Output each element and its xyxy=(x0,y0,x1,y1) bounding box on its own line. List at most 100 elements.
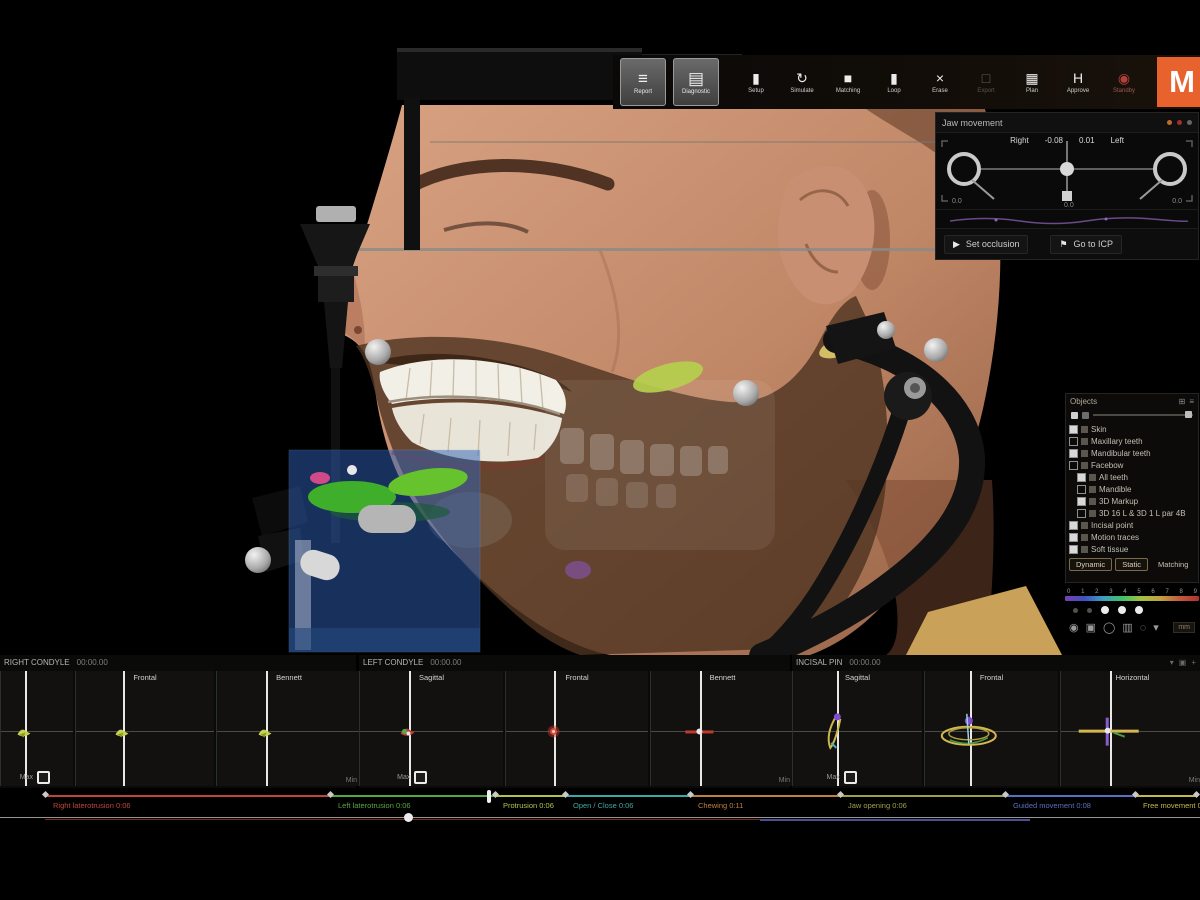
segment-label: Open / Close 0:06 xyxy=(573,801,633,810)
set-occlusion-button[interactable]: ▶ Set occlusion xyxy=(944,235,1028,254)
plan-button[interactable]: ▦Plan xyxy=(1009,70,1055,94)
approve-button[interactable]: HApprove xyxy=(1055,70,1101,94)
chart-panel-time: 00:00.00 xyxy=(430,658,461,667)
timeline-segment[interactable] xyxy=(1135,795,1196,797)
chart-header-icon[interactable]: + xyxy=(1191,658,1196,667)
segment-label: Guided movement 0:08 xyxy=(1013,801,1091,810)
erase-button[interactable]: ×Erase xyxy=(917,70,963,94)
tracking-view[interactable]: BennettMin xyxy=(650,671,794,786)
visibility-checkbox[interactable] xyxy=(1077,497,1086,506)
visibility-checkbox[interactable] xyxy=(1077,485,1086,494)
timeline-scrubber[interactable] xyxy=(0,817,1200,818)
tracking-view[interactable]: Frontal xyxy=(924,671,1058,786)
tree-item[interactable]: Incisal point xyxy=(1069,519,1195,531)
simulate-button[interactable]: ↻Simulate xyxy=(779,70,825,94)
tree-item[interactable]: Soft tissue xyxy=(1069,543,1195,555)
chart-header-icon[interactable]: ▾ xyxy=(1170,658,1174,667)
tree-item[interactable]: 3D 16 L & 3D 1 L par 4B xyxy=(1077,507,1195,519)
range-dot[interactable] xyxy=(1101,606,1109,614)
tracking-view[interactable]: SagittalMax xyxy=(792,671,922,786)
timeline-segment[interactable] xyxy=(840,795,1005,797)
tab-dynamic[interactable]: Dynamic xyxy=(1069,558,1112,571)
tracking-view[interactable]: Frontal xyxy=(505,671,648,786)
visibility-checkbox[interactable] xyxy=(1069,461,1078,470)
matching-button[interactable]: ■Matching xyxy=(825,70,871,94)
view-button[interactable]: ◯ xyxy=(1103,621,1115,634)
timeline-segment[interactable] xyxy=(330,795,495,797)
range-dot[interactable] xyxy=(1073,608,1078,613)
report-button[interactable]: ≡Report xyxy=(620,58,666,106)
tick-label: 7 xyxy=(1165,589,1168,595)
loop-button[interactable]: ▮Loop xyxy=(871,70,917,94)
tree-item[interactable]: All teeth xyxy=(1077,471,1195,483)
reference-line xyxy=(430,141,935,143)
max-checkbox[interactable] xyxy=(37,771,50,784)
max-toggle[interactable]: Max xyxy=(20,771,50,784)
setup-button[interactable]: ▮Setup xyxy=(733,70,779,94)
tab-matching[interactable]: Matching xyxy=(1151,558,1195,571)
scrubber-handle[interactable] xyxy=(404,813,413,822)
go-to-icp-button[interactable]: ⚑ Go to ICP xyxy=(1050,235,1122,254)
segment-label: Jaw opening 0:06 xyxy=(848,801,907,810)
max-toggle[interactable]: Max xyxy=(827,771,857,784)
tracking-view[interactable]: Frontal xyxy=(75,671,214,786)
range-dot[interactable] xyxy=(1118,606,1126,614)
panel-header-icon[interactable]: ⊞ xyxy=(1179,397,1186,406)
timeline-playhead[interactable] xyxy=(487,790,491,803)
view-button[interactable]: ◌ xyxy=(1140,622,1147,634)
visibility-checkbox[interactable] xyxy=(1069,437,1078,446)
chart-header-icons: ▾ ▣ + xyxy=(1170,658,1196,667)
visibility-checkbox[interactable] xyxy=(1069,533,1078,542)
timeline-segment[interactable] xyxy=(690,795,840,797)
axis-horizontal xyxy=(360,731,503,732)
tree-item[interactable]: Maxillary teeth xyxy=(1069,435,1195,447)
tracking-view[interactable]: HorizontalMin xyxy=(1060,671,1200,786)
timeline-segment[interactable] xyxy=(495,795,565,797)
tracking-view[interactable]: Max xyxy=(0,671,73,786)
view-button[interactable]: ▣ xyxy=(1086,621,1096,634)
tracking-view[interactable]: SagittalMax xyxy=(359,671,503,786)
chart-header-icon[interactable]: ▣ xyxy=(1179,658,1187,667)
max-toggle[interactable]: Max xyxy=(397,771,427,784)
visibility-checkbox[interactable] xyxy=(1069,521,1078,530)
motion-trace xyxy=(684,720,714,742)
timeline-segment[interactable] xyxy=(1005,795,1135,797)
tree-item[interactable]: Mandibular teeth xyxy=(1069,447,1195,459)
visibility-checkbox[interactable] xyxy=(1077,509,1086,518)
range-dot[interactable] xyxy=(1135,606,1143,614)
visibility-checkbox[interactable] xyxy=(1077,473,1086,482)
tree-item[interactable]: Motion traces xyxy=(1069,531,1195,543)
tree-item[interactable]: Skin xyxy=(1069,423,1195,435)
visibility-checkbox[interactable] xyxy=(1069,545,1078,554)
tab-static[interactable]: Static xyxy=(1115,558,1148,571)
opacity-slider[interactable] xyxy=(1093,414,1193,416)
tracking-view[interactable]: BennettMin xyxy=(216,671,361,786)
h-icon: H xyxy=(1073,70,1083,86)
erase-label: Erase xyxy=(932,88,948,94)
condyle-readout: Right -0.08 0.01 Left xyxy=(936,136,1198,145)
tree-item[interactable]: Mandible xyxy=(1077,483,1195,495)
export-button[interactable]: □Export xyxy=(963,70,1009,94)
tree-item[interactable]: Facebow xyxy=(1069,459,1195,471)
standby-button[interactable]: ◉Standby xyxy=(1101,70,1147,94)
diagnostic-button[interactable]: ▤Diagnostic xyxy=(673,58,719,106)
max-checkbox[interactable] xyxy=(844,771,857,784)
timeline-segment[interactable] xyxy=(565,795,690,797)
visibility-checkbox[interactable] xyxy=(1069,449,1078,458)
view-label: Horizontal xyxy=(1116,673,1150,682)
visibility-checkbox[interactable] xyxy=(1069,425,1078,434)
tree-item[interactable]: 3D Markup xyxy=(1077,495,1195,507)
view-button[interactable]: ▾ xyxy=(1153,621,1159,634)
object-icon xyxy=(1081,522,1088,529)
modjaw-logo[interactable]: M xyxy=(1157,57,1200,107)
view-button[interactable]: ▥ xyxy=(1122,621,1132,634)
view-button[interactable]: ◉ xyxy=(1069,621,1079,634)
panel-header-icon[interactable]: ≡ xyxy=(1189,397,1194,406)
motion-trace xyxy=(395,718,421,744)
right-condyle-value: 0.0 xyxy=(952,198,962,205)
timeline-segment[interactable] xyxy=(45,795,330,797)
motion-trace xyxy=(12,718,38,744)
toolbar-right-group: ▦PlanHApprove◉Standby M xyxy=(1009,57,1200,107)
range-dot[interactable] xyxy=(1087,608,1092,613)
max-checkbox[interactable] xyxy=(414,771,427,784)
